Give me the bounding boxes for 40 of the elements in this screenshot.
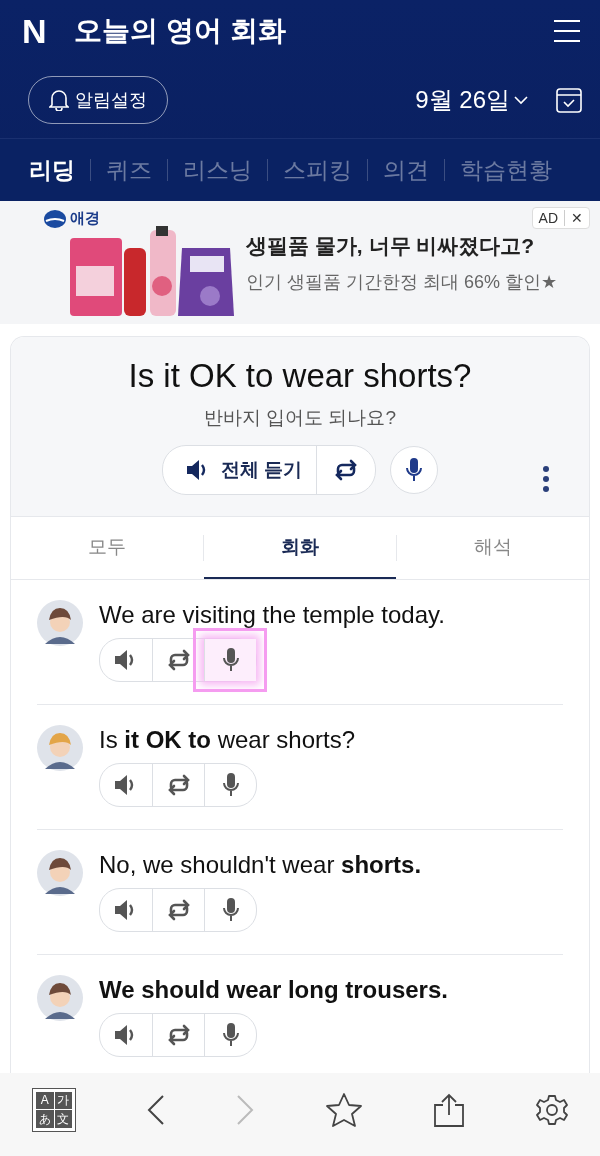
microphone-icon (220, 897, 241, 923)
more-options-icon[interactable] (543, 466, 549, 492)
settings-icon[interactable] (535, 1093, 568, 1126)
close-button[interactable]: ✕ (564, 210, 583, 226)
microphone-icon (404, 457, 425, 483)
view-tab[interactable]: 모두 (11, 517, 203, 579)
view-tab[interactable]: 회화 (204, 517, 396, 579)
nav-tab[interactable]: 리딩 (14, 154, 90, 186)
translation-text: 반바지 입어도 되나요? (203, 406, 397, 430)
microphone-icon (220, 1022, 241, 1048)
ad-headline[interactable]: 생필품 물가, 너무 비싸졌다고? (246, 231, 558, 260)
microphone-icon (220, 647, 241, 673)
ad-label: AD (538, 210, 558, 226)
dialog-sentence: We are visiting the temple today. (99, 600, 445, 630)
dialog-sentence: We should wear long trousers. (99, 975, 448, 1005)
brand-name: 애경 (70, 209, 100, 228)
star-icon[interactable] (325, 1092, 362, 1127)
calendar-icon[interactable] (556, 87, 582, 113)
view-tab[interactable]: 해석 (397, 517, 589, 579)
back-icon[interactable] (147, 1094, 166, 1125)
brand-logo-icon (44, 209, 66, 228)
avatar-icon (37, 600, 83, 646)
microphone-icon (220, 772, 241, 798)
ad-description[interactable]: 인기 생필품 기간한정 최대 66% 할인★ (246, 269, 558, 294)
record-button[interactable] (204, 639, 256, 681)
dialog-sentence: No, we shouldn't wear shorts. (99, 850, 422, 880)
logo[interactable]: N (22, 11, 52, 51)
date-picker[interactable]: 9월 26일 (415, 84, 528, 116)
bell-icon (49, 89, 69, 111)
menu-icon[interactable] (554, 20, 580, 42)
record-button[interactable] (390, 446, 439, 494)
translate-button[interactable]: A 가 あ 文 (32, 1087, 76, 1132)
dialog-sentence: Is it OK to wear shorts? (99, 725, 356, 755)
app-title: 오늘의 영어 회화 (74, 14, 287, 48)
avatar-icon (37, 975, 83, 1021)
chevron-down-icon (514, 95, 528, 105)
share-icon[interactable] (432, 1092, 465, 1127)
avatar-icon (37, 850, 83, 896)
avatar-icon (37, 725, 83, 771)
sentence-title: Is it OK to wear shorts? (128, 357, 472, 395)
